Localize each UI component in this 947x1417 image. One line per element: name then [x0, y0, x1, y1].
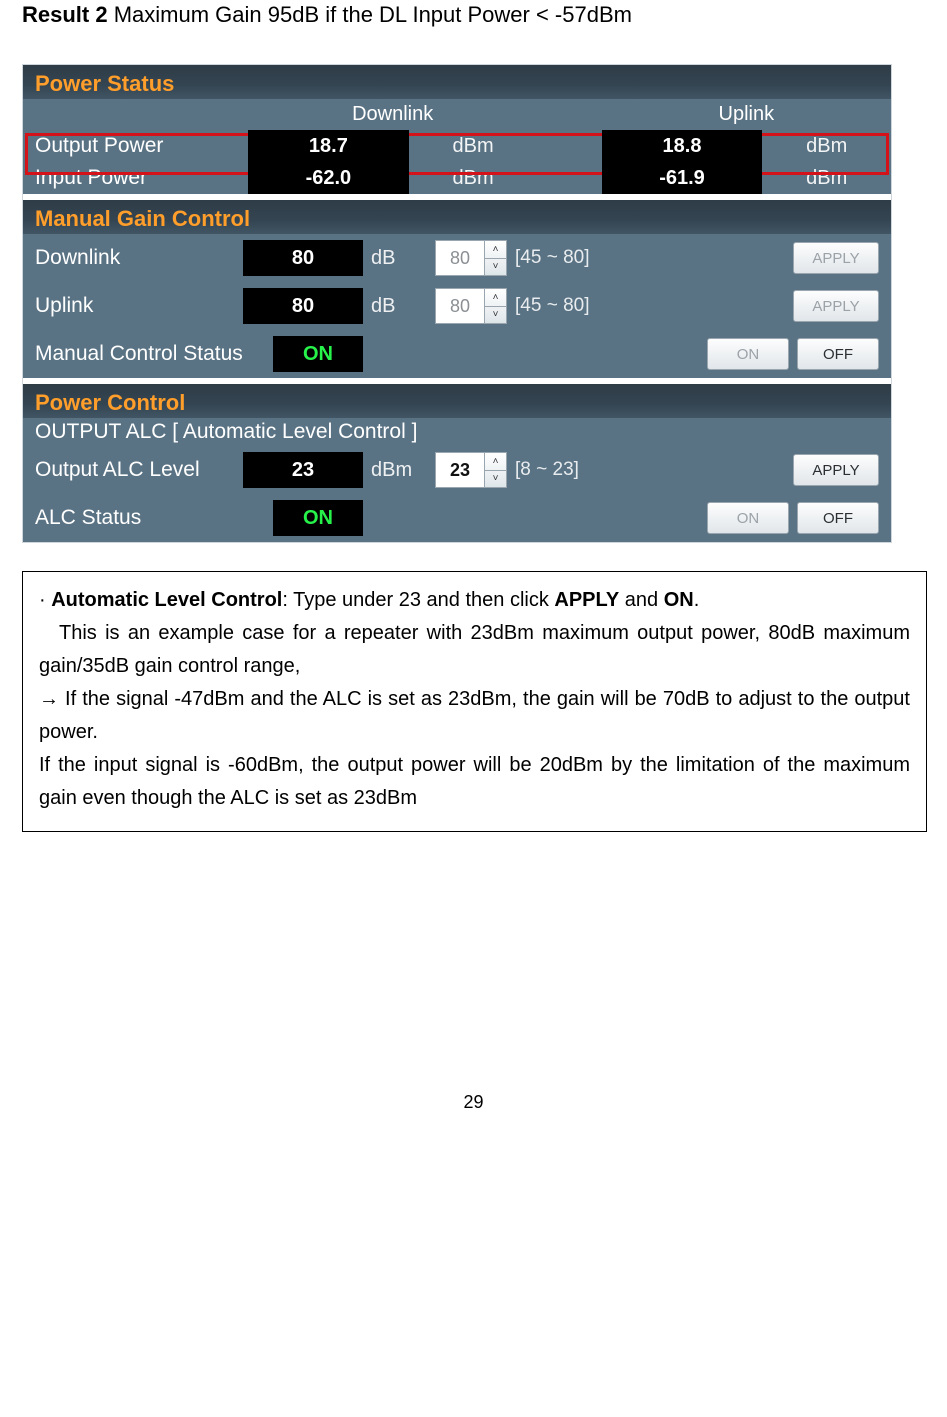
col-uplink: Uplink: [602, 99, 891, 130]
alc-level-value: 23: [243, 452, 363, 488]
result-title: Result 2 Maximum Gain 95dB if the DL Inp…: [22, 0, 925, 64]
power-status-header: Power Status: [23, 65, 891, 99]
alc-period: .: [694, 589, 700, 611]
result-title-bold: Result 2: [22, 2, 108, 27]
and-word: and: [619, 589, 663, 611]
input-power-ul-value: -61.9: [602, 162, 763, 194]
mgc-uplink-spinner[interactable]: 80 ˄ ˅: [435, 288, 507, 324]
note-box: · Automatic Level Control: Type under 23…: [22, 571, 927, 832]
spinner-value[interactable]: 80: [436, 241, 484, 275]
spinner-down-icon[interactable]: ˅: [485, 471, 506, 488]
note-line-2: This is an example case for a repeater w…: [39, 617, 910, 683]
mgc-off-button[interactable]: OFF: [797, 338, 879, 370]
mgc-header: Manual Gain Control: [23, 200, 891, 234]
mgc-uplink-value: 80: [243, 288, 363, 324]
alc-level-row: Output ALC Level 23 dBm 23 ˄ ˅ [8 ~ 23] …: [23, 446, 891, 494]
mgc-uplink-row: Uplink 80 dB 80 ˄ ˅ [45 ~ 80] APPLY: [23, 282, 891, 330]
manual-gain-control-panel: Manual Gain Control Downlink 80 dB 80 ˄ …: [23, 200, 891, 378]
alc-level-label: Output ALC Level: [35, 458, 235, 482]
mgc-status-row: Manual Control Status ON ON OFF: [23, 330, 891, 378]
row-label: Input Power: [23, 162, 248, 194]
spinner-down-icon[interactable]: ˅: [485, 259, 506, 276]
mgc-downlink-range: [45 ~ 80]: [515, 247, 635, 269]
spinner-up-icon[interactable]: ˄: [485, 241, 506, 259]
mgc-row-label: Downlink: [35, 246, 235, 270]
spinner-value[interactable]: 80: [436, 289, 484, 323]
power-status-table: Downlink Uplink Output Power 18.7 dBm 18…: [23, 99, 891, 194]
device-ui: Power Status Downlink Uplink Output Powe…: [22, 64, 892, 543]
alc-apply-button[interactable]: APPLY: [793, 454, 879, 486]
row-input-power: Input Power -62.0 dBm -61.9 dBm: [23, 162, 891, 194]
output-power-dl-value: 18.7: [248, 130, 409, 162]
mgc-downlink-apply-button[interactable]: APPLY: [793, 242, 879, 274]
input-power-dl-unit: dBm: [409, 162, 538, 194]
mgc-row-label: Uplink: [35, 294, 235, 318]
spinner-up-icon[interactable]: ˄: [485, 289, 506, 307]
note-line-1: · Automatic Level Control: Type under 23…: [39, 584, 910, 617]
row-output-power: Output Power 18.7 dBm 18.8 dBm: [23, 130, 891, 162]
mgc-downlink-row: Downlink 80 dB 80 ˄ ˅ [45 ~ 80] APPLY: [23, 234, 891, 282]
output-power-ul-value: 18.8: [602, 130, 763, 162]
alc-rest-1: : Type under 23 and then click: [282, 589, 554, 611]
alc-status-label: ALC Status: [35, 506, 265, 530]
apply-word: APPLY: [554, 589, 619, 611]
alc-off-button[interactable]: OFF: [797, 502, 879, 534]
alc-level-spinner[interactable]: 23 ˄ ˅: [435, 452, 507, 488]
alc-bold-label: Automatic Level Control: [51, 589, 282, 611]
spinner-arrows[interactable]: ˄ ˅: [484, 453, 506, 487]
spinner-down-icon[interactable]: ˅: [485, 307, 506, 324]
col-downlink: Downlink: [248, 99, 537, 130]
alc-status-row: ALC Status ON ON OFF: [23, 494, 891, 542]
spinner-arrows[interactable]: ˄ ˅: [484, 289, 506, 323]
row-label: Output Power: [23, 130, 248, 162]
bullet: ·: [39, 589, 51, 611]
mgc-status-value: ON: [273, 336, 363, 372]
alc-status-value: ON: [273, 500, 363, 536]
power-control-header: Power Control: [23, 384, 891, 418]
power-control-subtitle: OUTPUT ALC [ Automatic Level Control ]: [23, 418, 891, 446]
mgc-downlink-unit: dB: [371, 247, 427, 270]
on-word: ON: [664, 589, 694, 611]
input-power-dl-value: -62.0: [248, 162, 409, 194]
mgc-uplink-unit: dB: [371, 295, 427, 318]
note-line-3-text: If the signal -47dBm and the ALC is set …: [39, 688, 910, 743]
output-power-ul-unit: dBm: [762, 130, 891, 162]
arrow-icon: →: [39, 688, 59, 710]
mgc-on-button[interactable]: ON: [707, 338, 789, 370]
spinner-arrows[interactable]: ˄ ˅: [484, 241, 506, 275]
mgc-downlink-spinner[interactable]: 80 ˄ ˅: [435, 240, 507, 276]
mgc-uplink-range: [45 ~ 80]: [515, 295, 635, 317]
output-power-dl-unit: dBm: [409, 130, 538, 162]
note-line-4: If the input signal is -60dBm, the outpu…: [39, 749, 910, 815]
result-title-rest: Maximum Gain 95dB if the DL Input Power …: [108, 2, 632, 27]
power-control-panel: Power Control OUTPUT ALC [ Automatic Lev…: [23, 384, 891, 542]
spinner-up-icon[interactable]: ˄: [485, 453, 506, 471]
alc-on-button[interactable]: ON: [707, 502, 789, 534]
mgc-uplink-apply-button[interactable]: APPLY: [793, 290, 879, 322]
note-line-3: → If the signal -47dBm and the ALC is se…: [39, 683, 910, 749]
mgc-downlink-value: 80: [243, 240, 363, 276]
alc-level-unit: dBm: [371, 459, 427, 482]
mgc-status-label: Manual Control Status: [35, 342, 265, 366]
page-number: 29: [22, 1092, 925, 1131]
alc-level-range: [8 ~ 23]: [515, 459, 635, 481]
input-power-ul-unit: dBm: [762, 162, 891, 194]
spinner-value[interactable]: 23: [436, 453, 484, 487]
power-status-panel: Power Status Downlink Uplink Output Powe…: [23, 65, 891, 194]
